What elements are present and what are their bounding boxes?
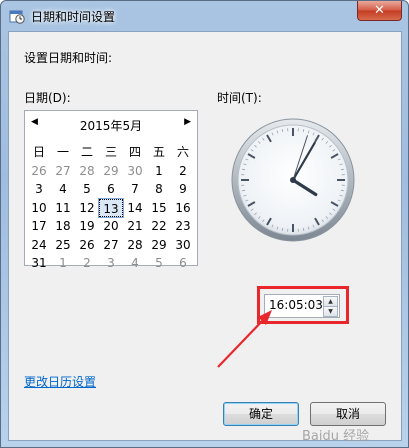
clock-calendar-icon [9, 10, 25, 24]
date-time-settings-window: 日期和时间设置 ✕ 设置日期和时间: 日期(D): 时间(T): ◀ 2015年… [0, 0, 409, 448]
calendar-day[interactable]: 3 [99, 254, 123, 273]
calendar-day[interactable]: 8 [147, 180, 171, 199]
calendar-month-title[interactable]: 2015年5月 [25, 117, 197, 134]
weekday-label: 一 [56, 145, 69, 159]
calendar-day[interactable]: 11 [51, 199, 75, 218]
title-bar[interactable]: 日期和时间设置 ✕ [1, 1, 408, 31]
calendar-week: 26 27 28 29 30 1 2 [27, 162, 195, 181]
weekday-label: 六 [176, 145, 189, 159]
cancel-button[interactable]: 取消 [310, 402, 386, 426]
calendar-day[interactable]: 12 [75, 199, 99, 218]
calendar-day[interactable]: 29 [99, 162, 123, 181]
dialog-body: 设置日期和时间: 日期(D): 时间(T): ◀ 2015年5月 ▶ 日一二三四… [8, 31, 402, 444]
calendar-grid: 日一二三四五六 26 27 28 29 30 1 2 3 4 5 6 7 8 9 10 11 12 13 14 15 16… [27, 143, 195, 273]
analog-clock [231, 118, 355, 242]
calendar-day[interactable]: 6 [99, 180, 123, 199]
calendar-day[interactable]: 14 [123, 199, 147, 218]
calendar-day[interactable]: 4 [123, 254, 147, 273]
change-calendar-settings-link[interactable]: 更改日历设置 [24, 373, 96, 390]
calendar-week: 31 1 2 3 4 5 6 [27, 254, 195, 273]
calendar-day[interactable]: 21 [123, 217, 147, 236]
calendar-day[interactable]: 3 [27, 180, 51, 199]
window-title: 日期和时间设置 [31, 10, 116, 24]
calendar-day[interactable]: 2 [75, 254, 99, 273]
calendar-day[interactable]: 2 [171, 162, 195, 181]
calendar: ◀ 2015年5月 ▶ 日一二三四五六 26 27 28 29 30 1 2 3 4 5 6 7 8 9 10… [24, 110, 198, 270]
calendar-day[interactable]: 29 [147, 236, 171, 255]
calendar-week: 17 18 19 20 21 22 23 [27, 217, 195, 236]
calendar-day[interactable]: 18 [51, 217, 75, 236]
ok-button[interactable]: 确定 [223, 402, 299, 426]
calendar-day[interactable]: 28 [123, 236, 147, 255]
calendar-day[interactable]: 6 [171, 254, 195, 273]
heading: 设置日期和时间: [24, 51, 113, 65]
calendar-day[interactable]: 15 [147, 199, 171, 218]
red-arrow-icon [217, 310, 272, 368]
calendar-day[interactable]: 1 [147, 162, 171, 181]
calendar-day[interactable]: 9 [171, 180, 195, 199]
weekday-header: 日一二三四五六 [27, 143, 195, 162]
calendar-week: 3456789 [27, 180, 195, 199]
time-label: 时间(T): [217, 91, 262, 105]
weekday-label: 日 [32, 145, 45, 159]
calendar-week: 24 25 26 27 28 29 30 [27, 236, 195, 255]
date-label: 日期(D): [24, 91, 71, 105]
calendar-day[interactable]: 17 [27, 217, 51, 236]
watermark: Baidu 经验 [302, 429, 370, 444]
calendar-day[interactable]: 5 [75, 180, 99, 199]
calendar-day[interactable]: 7 [123, 180, 147, 199]
calendar-day[interactable]: 20 [99, 217, 123, 236]
calendar-day[interactable]: 26 [27, 162, 51, 181]
calendar-day[interactable]: 10 [27, 199, 51, 218]
weekday-label: 三 [104, 145, 117, 159]
calendar-day[interactable]: 27 [51, 162, 75, 181]
calendar-day-selected[interactable]: 13 [98, 197, 124, 218]
calendar-header: ◀ 2015年5月 ▶ [25, 117, 197, 133]
calendar-day[interactable]: 27 [99, 236, 123, 255]
close-icon: ✕ [374, 3, 385, 18]
calendar-day[interactable]: 28 [75, 162, 99, 181]
calendar-day[interactable]: 31 [27, 254, 51, 273]
calendar-day[interactable]: 30 [123, 162, 147, 181]
calendar-week: 10 11 12 13 14 15 16 [27, 197, 195, 218]
calendar-day[interactable]: 23 [171, 217, 195, 236]
calendar-day[interactable]: 24 [27, 236, 51, 255]
calendar-day[interactable]: 5 [147, 254, 171, 273]
weekday-label: 五 [152, 145, 165, 159]
calendar-day[interactable]: 19 [75, 217, 99, 236]
weekday-label: 二 [80, 145, 93, 159]
calendar-day[interactable]: 26 [75, 236, 99, 255]
close-button[interactable]: ✕ [357, 1, 402, 21]
calendar-day[interactable]: 22 [147, 217, 171, 236]
right-triangle-icon[interactable]: ▶ [184, 117, 191, 127]
calendar-day[interactable]: 16 [171, 199, 195, 218]
calendar-day[interactable]: 1 [51, 254, 75, 273]
calendar-day[interactable]: 4 [51, 180, 75, 199]
calendar-day[interactable]: 25 [51, 236, 75, 255]
weekday-label: 四 [128, 145, 141, 159]
calendar-day[interactable]: 30 [171, 236, 195, 255]
